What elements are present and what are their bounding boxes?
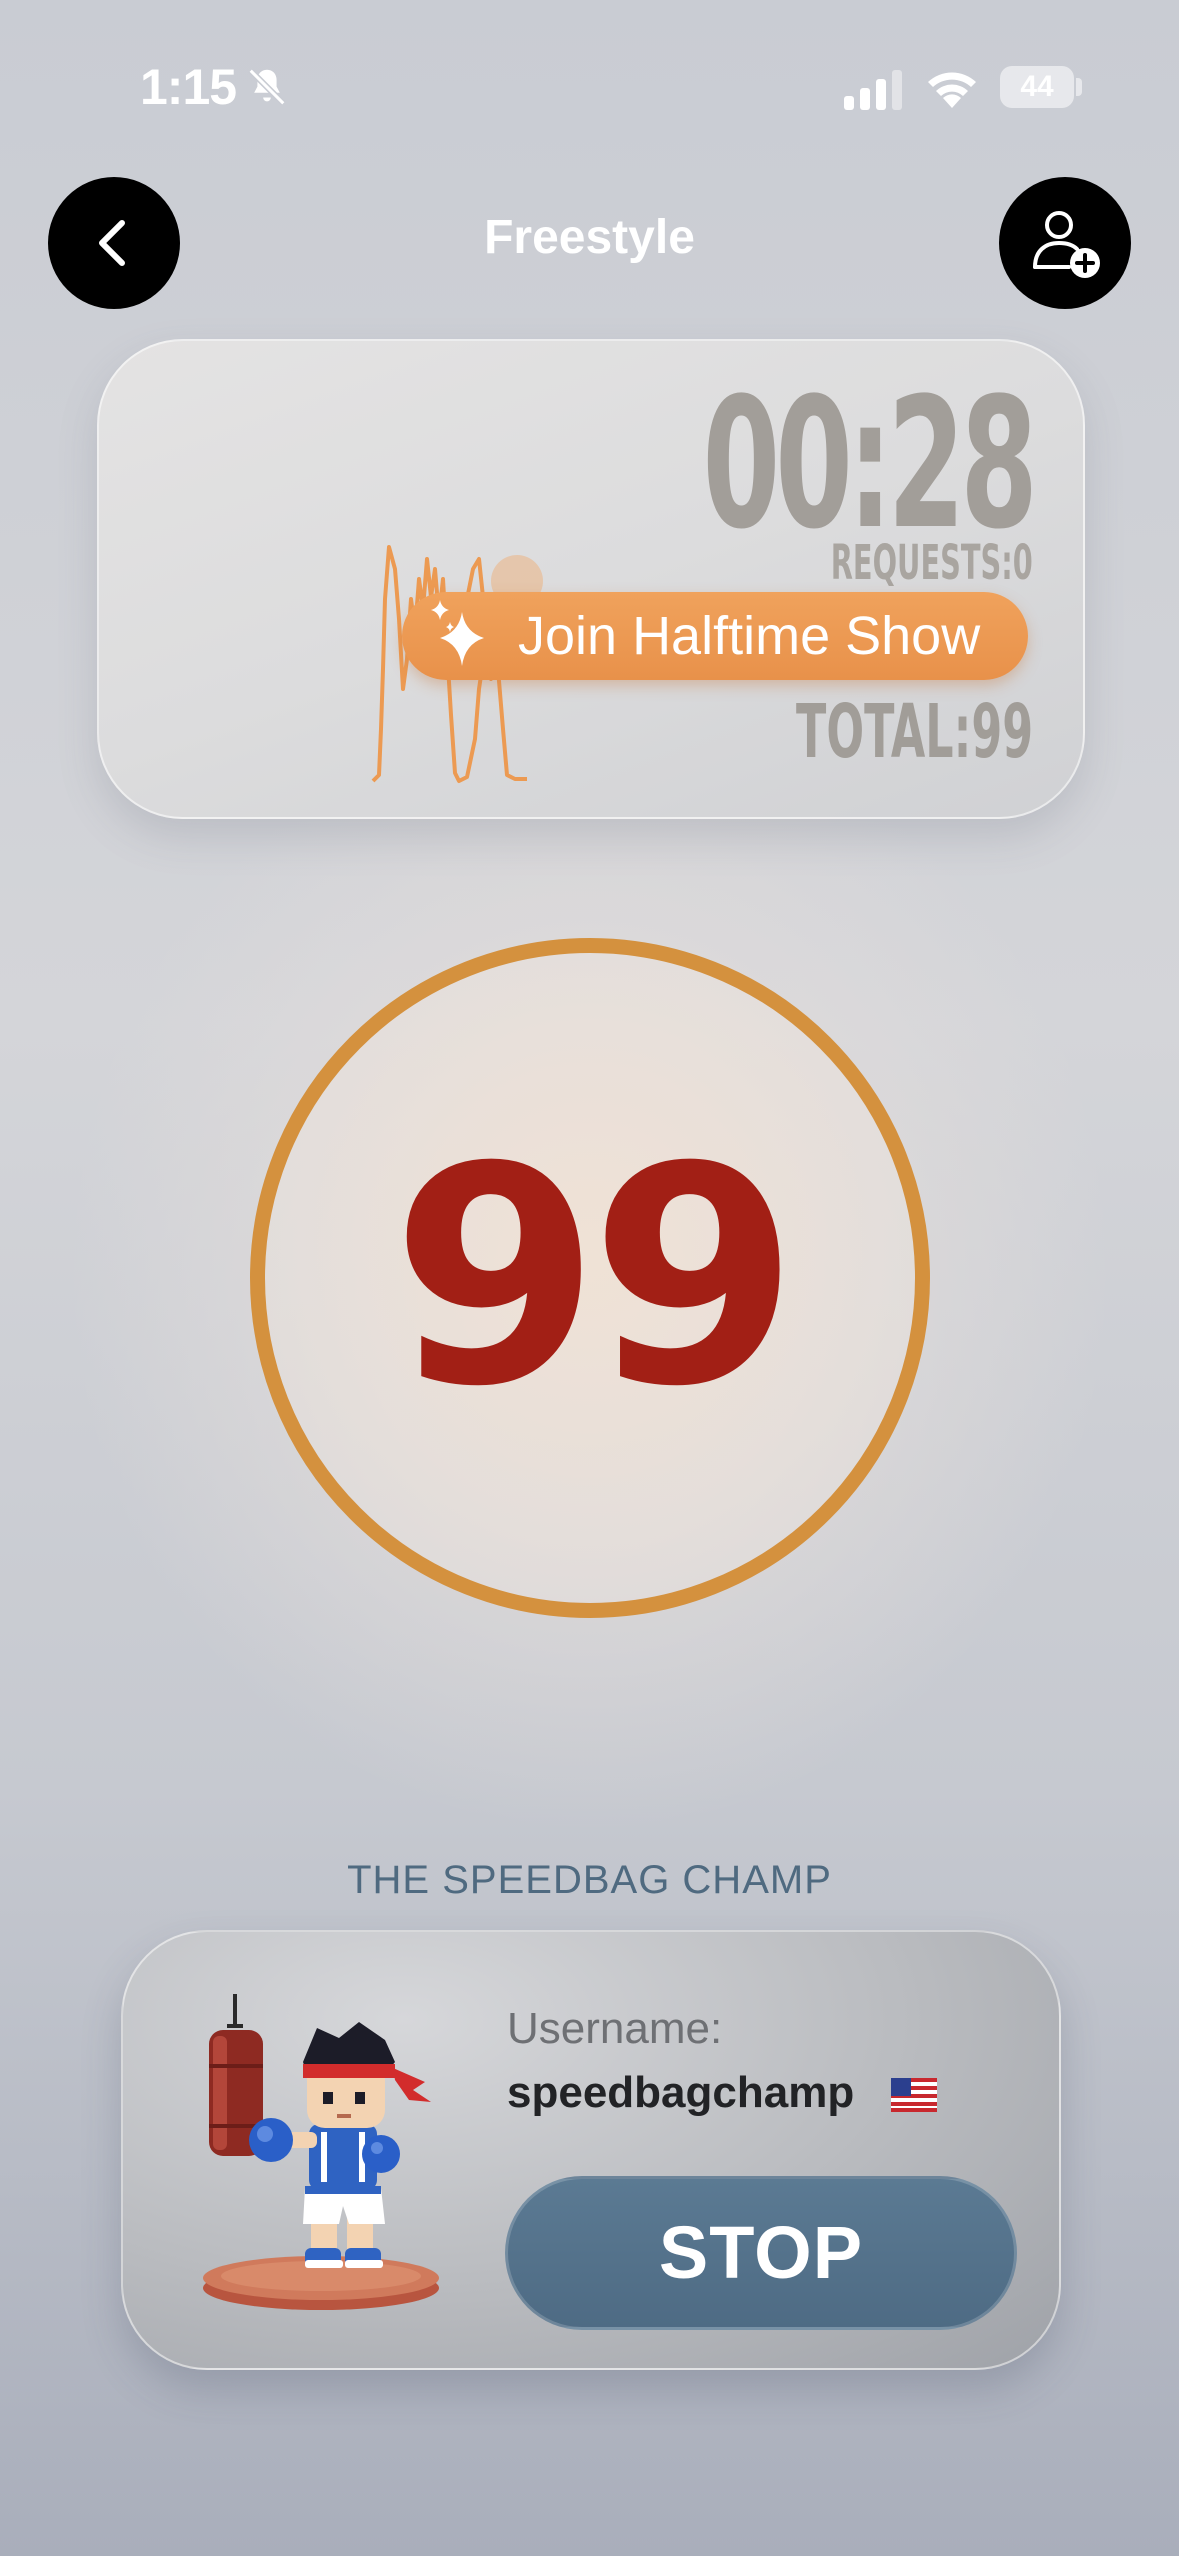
stop-button[interactable]: STOP	[505, 2176, 1017, 2330]
join-halftime-button[interactable]: Join Halftime Show	[402, 592, 1028, 680]
cellular-signal-icon	[844, 70, 902, 110]
sparkles-icon	[431, 600, 484, 666]
player-section-title: THE SPEEDBAG CHAMP	[347, 1858, 832, 1902]
battery-level: 44	[1020, 70, 1054, 103]
bell-slash-icon	[248, 68, 286, 106]
session-timer: 00:28	[702, 360, 1038, 569]
total-count: TOTAL:99	[795, 689, 1033, 775]
username-label: Username:	[507, 2004, 723, 2053]
boxer-mascot-icon	[203, 1994, 439, 2310]
battery-cap	[1076, 78, 1082, 96]
person-add-icon	[1033, 211, 1100, 278]
punch-counter-ring: 99	[250, 938, 930, 1618]
punch-count: 99	[391, 1103, 798, 1452]
join-halftime-label: Join Halftime Show	[518, 606, 981, 666]
stats-card: 00:28 REQUESTS:0 Join Halftime Show TOTA…	[97, 339, 1085, 819]
battery-icon: 44	[1000, 66, 1074, 108]
add-player-button[interactable]	[999, 177, 1131, 309]
player-card: Username: speedbagchamp STOP	[121, 1930, 1061, 2370]
wifi-icon	[928, 72, 976, 108]
stop-button-label: STOP	[658, 2211, 864, 2294]
username-value: speedbagchamp	[507, 2068, 855, 2117]
requests-count: REQUESTS:0	[830, 535, 1033, 591]
us-flag-icon	[891, 2078, 937, 2112]
status-time: 1:15	[140, 59, 237, 115]
